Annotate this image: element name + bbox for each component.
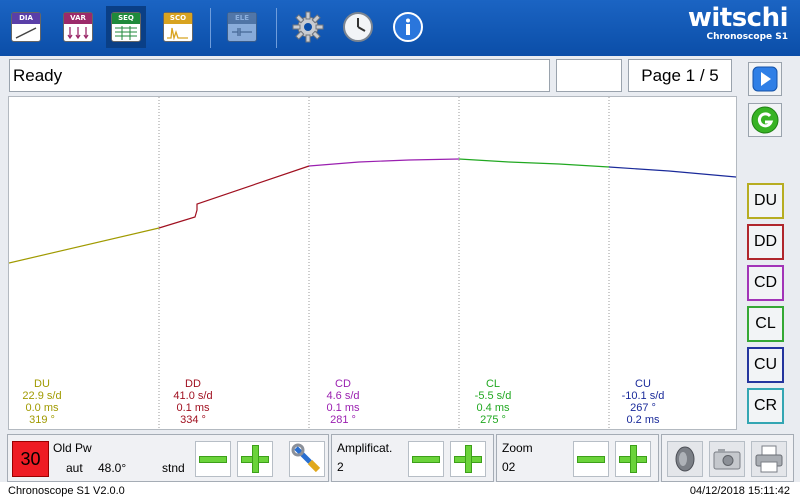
lift-angle-value: 48.0° (98, 461, 127, 475)
version-label: Chronoscope S1 V2.0.0 (8, 485, 125, 497)
page-indicator: Page 1 / 5 (628, 59, 732, 92)
zoom-plus-button[interactable] (615, 441, 651, 477)
zoom-minus-button[interactable] (573, 441, 609, 477)
app-window: DIA VAR SEQ SCO ELE witschi Chronoscope … (0, 0, 800, 500)
go-icon (751, 106, 779, 134)
amplification-minus-button[interactable] (408, 441, 444, 477)
rate-plot: DU 22.9 s/d 0.0 ms 319 ° DD 41.0 s/d 0.1… (8, 96, 737, 430)
diagram-button[interactable]: DIA (6, 6, 46, 48)
amplification-value: 2 (337, 460, 344, 474)
witschi-logo: witschi Chronoscope S1 (687, 3, 789, 42)
status-field: Ready (9, 59, 550, 92)
side-button-dd[interactable]: DD (747, 224, 784, 260)
measurement-panel: 30 Old Pw aut 48.0° stnd (7, 434, 329, 482)
side-button-cr[interactable]: CR (747, 388, 784, 424)
zoom-label: Zoom (502, 441, 533, 455)
minus-icon (577, 456, 605, 463)
position-readout-du: DU 22.9 s/d 0.0 ms 319 ° (22, 378, 62, 426)
amplification-panel: Amplificat. 2 (331, 434, 494, 482)
trace-cd (308, 158, 460, 167)
clock-icon (343, 12, 373, 42)
toolbar-separator (210, 8, 211, 48)
lift-angle-minus-button[interactable] (195, 441, 231, 477)
toolbar-separator (276, 8, 277, 48)
sequence-button[interactable]: SEQ (106, 6, 146, 48)
tools-button[interactable] (289, 441, 325, 477)
sequence-icon: SEQ (111, 12, 141, 42)
sound-button[interactable] (667, 441, 703, 477)
zoom-value: 02 (502, 460, 516, 474)
info-icon (393, 12, 423, 42)
settings-button[interactable] (288, 6, 328, 48)
printer-icon (755, 445, 783, 473)
beat-count-button[interactable]: 30 (12, 441, 49, 477)
camera-icon (713, 449, 741, 470)
scope-icon: SCO (163, 12, 193, 42)
lift-angle-plus-button[interactable] (237, 441, 273, 477)
side-button-du[interactable]: DU (747, 183, 784, 219)
amplification-plus-button[interactable] (450, 441, 486, 477)
electronic-button[interactable]: ELE (222, 6, 262, 48)
trace-du (9, 227, 160, 264)
minus-icon (412, 456, 440, 463)
speaker-icon (675, 446, 695, 472)
print-button[interactable] (751, 441, 787, 477)
wrench-screwdriver-icon (291, 443, 321, 473)
standard-label: stnd (162, 461, 185, 475)
top-toolbar: DIA VAR SEQ SCO ELE witschi Chronoscope … (0, 0, 800, 56)
lift-mode-label: aut (66, 461, 83, 475)
mode-label: Old Pw (53, 441, 92, 455)
info-button[interactable] (388, 6, 428, 48)
output-panel (661, 434, 794, 482)
trace-dd (158, 165, 310, 229)
variation-button[interactable]: VAR (58, 6, 98, 48)
side-button-cl[interactable]: CL (747, 306, 784, 342)
trace-cl (458, 158, 610, 168)
camera-button[interactable] (709, 441, 745, 477)
datetime-label: 04/12/2018 15:11:42 (689, 485, 790, 497)
play-icon (752, 66, 778, 92)
scope-button[interactable]: SCO (158, 6, 198, 48)
diagram-icon: DIA (11, 12, 41, 42)
gear-icon (292, 11, 324, 43)
trace-cu (608, 166, 736, 178)
play-button[interactable] (748, 62, 782, 96)
amplification-label: Amplificat. (337, 441, 393, 455)
minus-icon (199, 456, 227, 463)
position-readout-cl: CL -5.5 s/d 0.4 ms 275 ° (474, 378, 512, 426)
position-readout-cu: CU -10.1 s/d 267 ° 0.2 ms (621, 378, 665, 426)
status-bar: Chronoscope S1 V2.0.0 04/12/2018 15:11:4… (0, 482, 800, 500)
position-readout-dd: DD 41.0 s/d 0.1 ms 334 ° (173, 378, 213, 426)
position-readout-cd: CD 4.6 s/d 0.1 ms 281 ° (326, 378, 360, 426)
go-button[interactable] (748, 103, 782, 137)
side-button-cu[interactable]: CU (747, 347, 784, 383)
electronic-icon: ELE (227, 12, 257, 42)
clock-button[interactable] (338, 6, 378, 48)
blank-field (556, 59, 622, 92)
variation-icon: VAR (63, 12, 93, 42)
zoom-panel: Zoom 02 (496, 434, 659, 482)
side-button-cd[interactable]: CD (747, 265, 784, 301)
